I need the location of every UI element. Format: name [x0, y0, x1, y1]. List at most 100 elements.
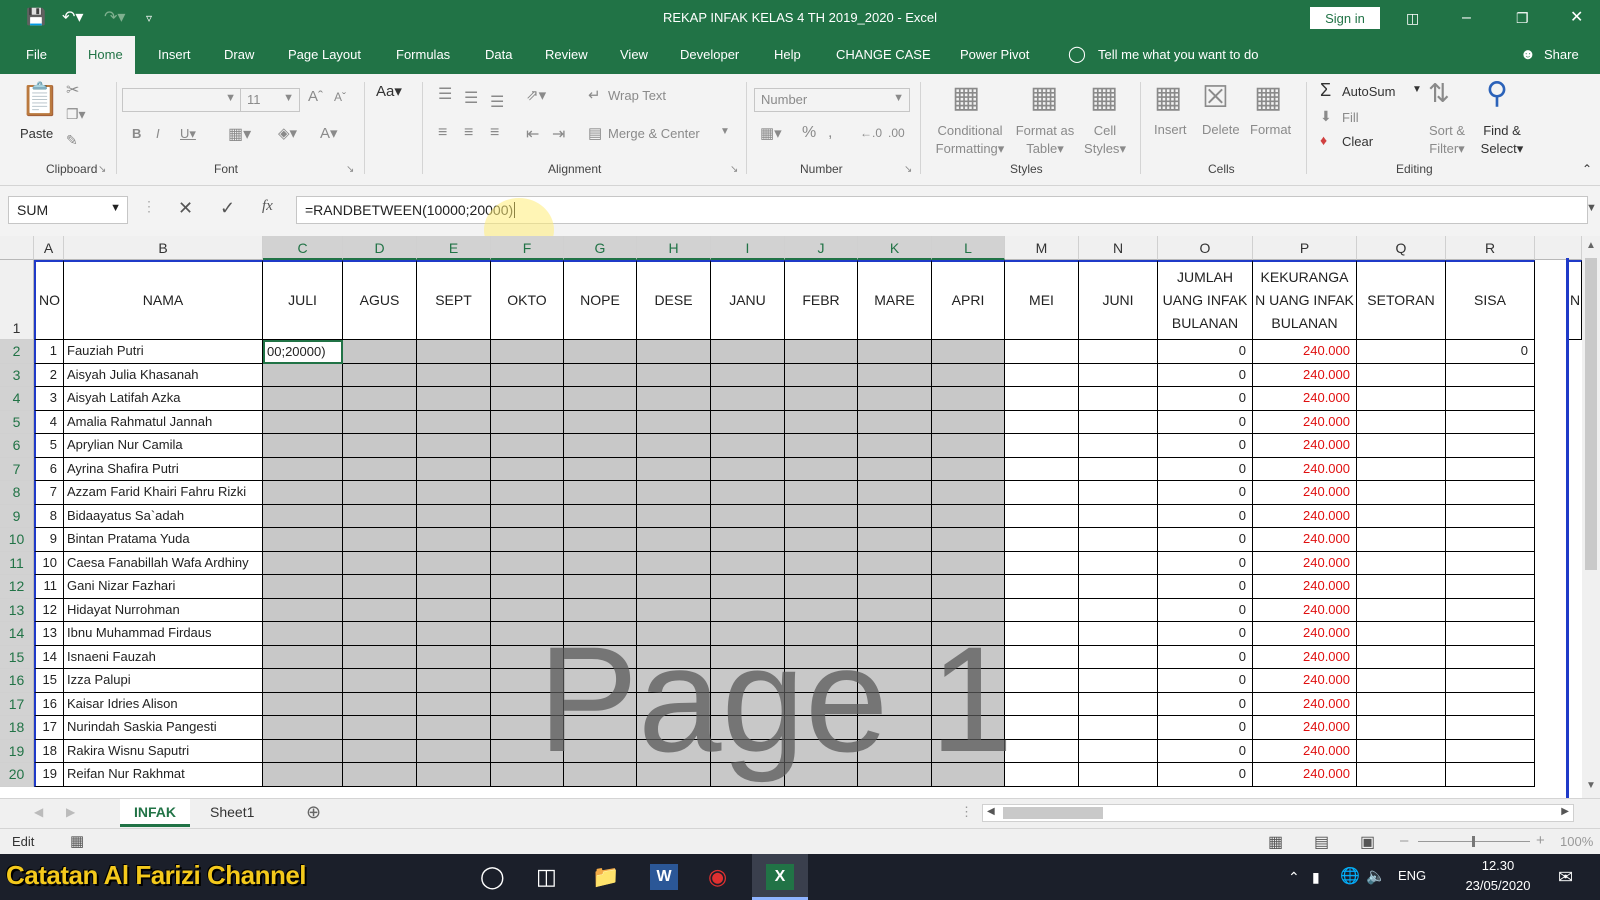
empty-cell[interactable] [1357, 622, 1446, 646]
cut-icon[interactable]: ✂ [66, 80, 79, 100]
borders-icon[interactable]: ▦▾ [228, 124, 251, 144]
italic-icon[interactable]: I [156, 126, 160, 141]
month-cell[interactable] [263, 598, 343, 622]
kekurangan-cell[interactable]: 240.000 [1253, 410, 1357, 434]
column-header-s[interactable] [1535, 236, 1582, 260]
row-header[interactable]: 5 [0, 410, 34, 434]
month-cell[interactable] [932, 481, 1005, 505]
name-cell[interactable]: Azzam Farid Khairi Fahru Rizki [64, 481, 263, 505]
empty-cell[interactable] [1357, 363, 1446, 387]
header-cell[interactable]: SEPT [417, 260, 491, 340]
header-cell[interactable]: JUMLAH UANG INFAK BULANAN [1158, 260, 1253, 340]
header-cell[interactable]: KEKURANGA N UANG INFAK BULANAN [1253, 260, 1357, 340]
header-cell[interactable]: NO [34, 260, 64, 340]
row-header[interactable]: 1 [0, 260, 34, 340]
name-cell[interactable]: Ayrina Shafira Putri [64, 457, 263, 481]
month-cell[interactable] [417, 457, 491, 481]
increase-font-icon[interactable]: Aˆ [308, 88, 323, 105]
empty-cell[interactable] [1357, 669, 1446, 693]
month-cell[interactable] [785, 434, 858, 458]
row-header[interactable]: 4 [0, 387, 34, 411]
decrease-indent-icon[interactable]: ⇤ [526, 124, 539, 144]
empty-cell[interactable] [1357, 739, 1446, 763]
header-cell[interactable]: JANU [711, 260, 785, 340]
empty-cell[interactable] [1357, 551, 1446, 575]
number-cell[interactable]: 8 [34, 504, 64, 528]
macro-record-icon[interactable]: ▦ [70, 832, 84, 850]
word-icon[interactable]: W [650, 864, 678, 890]
format-as-table-button[interactable]: Format as Table▾ [1010, 122, 1080, 158]
jumlah-cell[interactable]: 0 [1158, 598, 1253, 622]
kekurangan-cell[interactable]: 240.000 [1253, 692, 1357, 716]
month-cell[interactable] [417, 598, 491, 622]
header-cell[interactable]: APRI [932, 260, 1005, 340]
month-cell[interactable] [343, 363, 417, 387]
empty-cell[interactable] [1079, 504, 1158, 528]
column-header-o[interactable]: O [1158, 236, 1253, 260]
kekurangan-cell[interactable]: 240.000 [1253, 363, 1357, 387]
empty-cell[interactable] [1005, 434, 1079, 458]
month-cell[interactable] [858, 340, 932, 364]
jumlah-cell[interactable]: 0 [1158, 739, 1253, 763]
sisa-cell[interactable] [1446, 410, 1535, 434]
month-cell[interactable] [637, 387, 711, 411]
month-cell[interactable] [711, 551, 785, 575]
number-cell[interactable]: 13 [34, 622, 64, 646]
month-cell[interactable] [343, 340, 417, 364]
worksheet-grid[interactable]: ABCDEFGHIJKLMNOPQR 1 2 3 4 5 6 7 8 9 10 11 12 13 14 15… [0, 236, 1600, 798]
empty-cell[interactable] [1357, 481, 1446, 505]
name-cell[interactable]: Reifan Nur Rakhmat [64, 763, 263, 787]
recorder-icon[interactable]: ◉ [708, 864, 727, 890]
number-cell[interactable]: 19 [34, 763, 64, 787]
month-cell[interactable] [263, 692, 343, 716]
tab-data[interactable]: Data [485, 36, 512, 74]
empty-cell[interactable] [1357, 598, 1446, 622]
month-cell[interactable] [491, 528, 564, 552]
header-cell[interactable]: NAMA [64, 260, 263, 340]
kekurangan-cell[interactable]: 240.000 [1253, 457, 1357, 481]
chevron-down-icon[interactable]: ▼ [1412, 84, 1422, 95]
task-view-icon[interactable]: ◫ [536, 864, 557, 890]
kekurangan-cell[interactable]: 240.000 [1253, 739, 1357, 763]
cell-styles-button[interactable]: Cell Styles▾ [1078, 122, 1132, 158]
font-color-icon[interactable]: A▾ [320, 124, 338, 142]
month-cell[interactable] [564, 363, 637, 387]
column-header-r[interactable]: R [1446, 236, 1535, 260]
month-cell[interactable] [858, 410, 932, 434]
delete-cells-icon[interactable]: ☒ [1202, 80, 1229, 115]
jumlah-cell[interactable]: 0 [1158, 410, 1253, 434]
row-header[interactable]: 10 [0, 528, 34, 552]
kekurangan-cell[interactable]: 240.000 [1253, 434, 1357, 458]
month-cell[interactable] [932, 457, 1005, 481]
month-cell[interactable] [417, 410, 491, 434]
delete-cells-button[interactable]: Delete [1202, 122, 1240, 137]
month-cell[interactable] [343, 645, 417, 669]
increase-decimal-icon[interactable]: ←.0 [860, 126, 882, 140]
number-cell[interactable]: 9 [34, 528, 64, 552]
expand-formula-icon[interactable]: ▼ [1586, 202, 1597, 214]
month-cell[interactable] [263, 481, 343, 505]
column-header-q[interactable]: Q [1357, 236, 1446, 260]
row-header[interactable]: 11 [0, 551, 34, 575]
conditional-formatting-button[interactable]: Conditional Formatting▾ [928, 122, 1012, 158]
increase-indent-icon[interactable]: ⇥ [552, 124, 565, 144]
sisa-cell[interactable] [1446, 434, 1535, 458]
file-explorer-icon[interactable]: 📁 [592, 864, 619, 890]
month-cell[interactable] [343, 410, 417, 434]
fill-icon[interactable]: ⬇ [1320, 108, 1332, 125]
number-cell[interactable]: 16 [34, 692, 64, 716]
month-cell[interactable] [858, 434, 932, 458]
jumlah-cell[interactable]: 0 [1158, 504, 1253, 528]
format-as-table-icon[interactable]: ▦ [1030, 80, 1058, 115]
decrease-font-icon[interactable]: Aˇ [334, 90, 346, 104]
language-indicator[interactable]: ENG [1398, 868, 1426, 883]
month-cell[interactable] [343, 551, 417, 575]
sisa-cell[interactable] [1446, 481, 1535, 505]
month-cell[interactable] [858, 481, 932, 505]
name-cell[interactable]: Aisyah Latifah Azka [64, 387, 263, 411]
header-cell[interactable]: JUNI [1079, 260, 1158, 340]
month-cell[interactable] [343, 434, 417, 458]
network-icon[interactable]: 🌐 [1340, 864, 1360, 890]
number-cell[interactable]: 18 [34, 739, 64, 763]
prev-sheet-icon[interactable]: ◀ [34, 805, 43, 819]
